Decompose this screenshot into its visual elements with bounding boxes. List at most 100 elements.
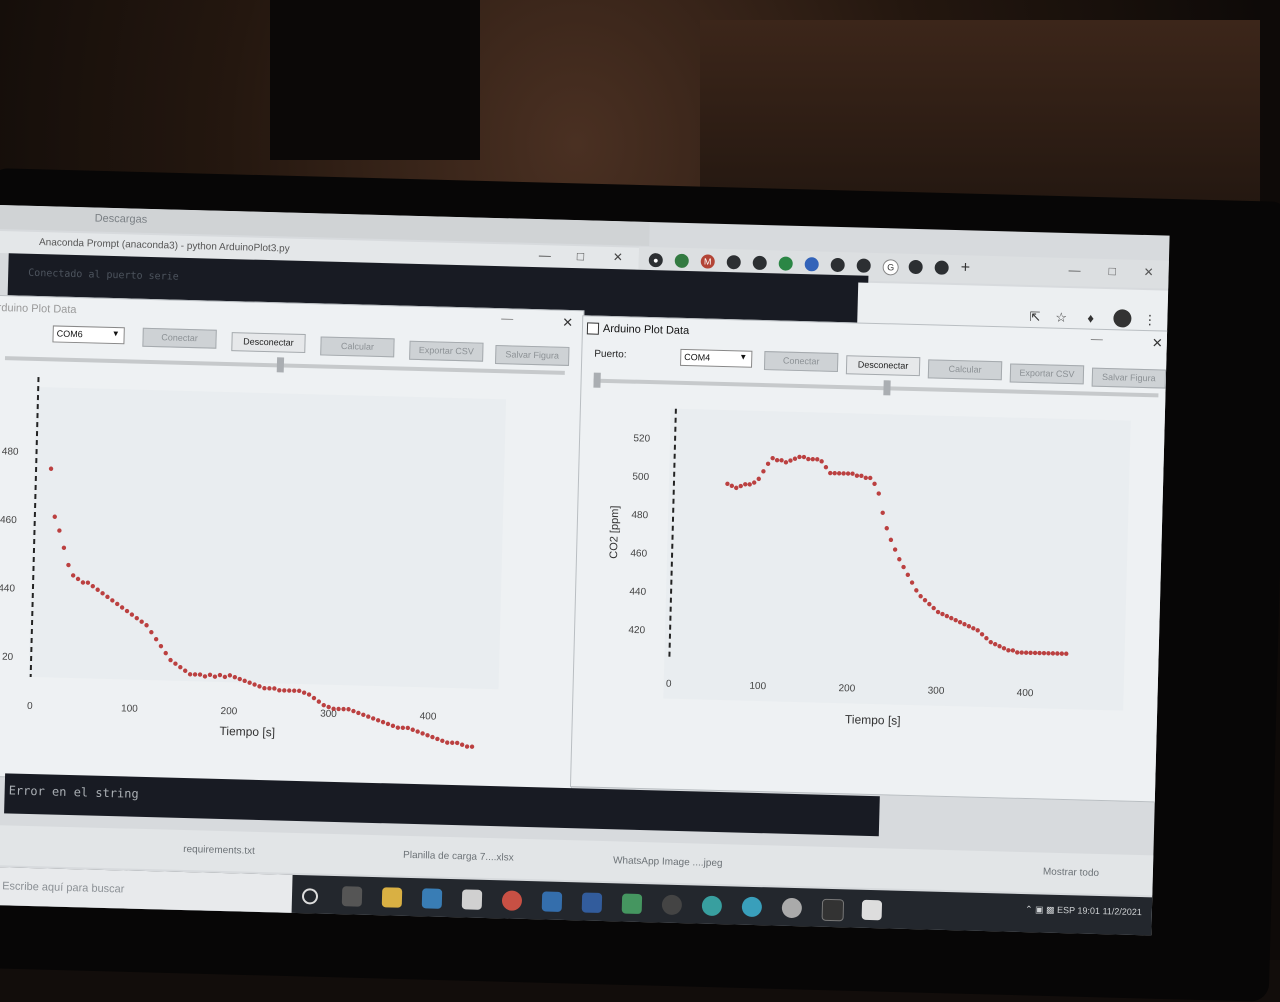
x-tick-label: 100 — [749, 681, 766, 692]
maximize-icon[interactable]: □ — [1108, 264, 1116, 278]
store-icon[interactable] — [421, 888, 443, 909]
system-tray[interactable]: ⌃ ▣ ▩ ESP 19:01 11/2/2021 — [1025, 904, 1142, 918]
app-icon[interactable] — [621, 893, 643, 915]
app-icon[interactable] — [741, 896, 763, 918]
export-csv-button[interactable]: Exportar CSV — [409, 340, 484, 362]
y-tick-label: 420 — [628, 625, 645, 636]
port-select[interactable]: COM6 ▼ — [52, 325, 125, 345]
new-tab-icon[interactable]: + — [960, 259, 970, 277]
data-point — [459, 742, 465, 747]
profile-avatar[interactable] — [1113, 309, 1132, 328]
chrome-icon[interactable] — [501, 890, 523, 911]
data-point — [400, 725, 406, 730]
data-point — [272, 686, 277, 691]
left-co2-chart: 48046044020 0 100 200 300 400 Tiempo [s] — [0, 377, 507, 749]
minimize-icon[interactable]: — — [539, 248, 551, 262]
data-point — [375, 718, 381, 723]
settings-gear-icon[interactable] — [781, 897, 803, 919]
connect-button[interactable]: Conectar — [763, 351, 839, 372]
x-tick-label: 100 — [121, 703, 138, 714]
cortana-icon[interactable] — [301, 888, 319, 905]
y-tick-label: 440 — [0, 583, 16, 594]
data-point — [356, 710, 361, 716]
tab-favicon-icon[interactable] — [726, 255, 741, 270]
download-item[interactable]: Planilla de carga 7....xlsx — [403, 850, 514, 864]
x-tick-label: 0 — [666, 679, 672, 690]
minimize-icon[interactable]: — — [501, 311, 513, 325]
background-shadow — [270, 0, 480, 160]
github-icon[interactable] — [856, 258, 871, 273]
data-point — [450, 740, 455, 745]
data-point — [321, 702, 326, 708]
data-point — [469, 744, 475, 749]
export-csv-button[interactable]: Exportar CSV — [1009, 363, 1085, 385]
extensions-icon[interactable]: ♦ — [1087, 311, 1094, 326]
app-icon[interactable] — [701, 895, 723, 917]
show-all-downloads-link[interactable]: Mostrar todo — [1043, 867, 1099, 879]
slider-start-handle[interactable] — [593, 372, 601, 388]
x-axis-label: Tiempo [s] — [845, 712, 901, 727]
y-tick-label: 460 — [0, 515, 17, 526]
left-plot-window: Arduino Plot Data — ✕ COM6 ▼ Conectar Des… — [0, 294, 585, 793]
connect-button[interactable]: Conectar — [142, 327, 217, 349]
maximize-icon[interactable]: □ — [577, 249, 585, 263]
gmail-icon[interactable]: M — [700, 254, 715, 269]
save-figure-button[interactable]: Salvar Figura — [495, 345, 570, 366]
tab-favicon-icon[interactable]: ● — [648, 253, 663, 268]
close-icon[interactable]: ✕ — [562, 315, 573, 331]
data-point — [267, 686, 272, 691]
data-point — [361, 712, 366, 717]
port-select[interactable]: COM4 ▼ — [680, 348, 753, 368]
disconnect-button[interactable]: Desconectar — [845, 355, 921, 377]
tab-favicon-icon[interactable] — [804, 257, 819, 272]
disconnect-button[interactable]: Desconectar — [231, 332, 306, 354]
task-view-icon[interactable] — [341, 886, 363, 907]
data-point — [262, 686, 267, 691]
menu-dots-icon[interactable]: ⋮ — [1143, 312, 1156, 328]
slider-handle[interactable] — [883, 380, 891, 396]
terminal-icon[interactable] — [821, 898, 845, 922]
bookmark-star-icon[interactable]: ☆ — [1055, 310, 1067, 326]
y-tick-label: 440 — [629, 587, 646, 598]
app-icon[interactable] — [541, 891, 563, 912]
calculate-button[interactable]: Calcular — [927, 359, 1003, 381]
minimize-icon[interactable]: — — [1091, 332, 1103, 346]
y-tick-label: 500 — [632, 472, 649, 483]
minimize-icon[interactable]: — — [1068, 263, 1080, 277]
download-item[interactable]: WhatsApp Image ....jpeg — [613, 855, 723, 869]
download-item[interactable]: requirements.txt — [183, 844, 255, 857]
save-figure-button[interactable]: Salvar Figura — [1091, 367, 1167, 389]
tab-favicon-icon[interactable] — [830, 257, 845, 273]
x-tick-label: 200 — [220, 706, 237, 717]
x-tick-label: 200 — [838, 683, 855, 694]
tab-favicon-icon[interactable] — [908, 259, 923, 275]
calculate-button[interactable]: Calcular — [320, 336, 395, 358]
word-icon[interactable] — [581, 892, 603, 913]
app-icon[interactable] — [861, 899, 883, 921]
close-icon[interactable]: ✕ — [1143, 265, 1153, 279]
data-point — [292, 688, 297, 693]
slider-handle[interactable] — [276, 357, 285, 373]
plot-area — [28, 387, 507, 690]
data-point — [297, 688, 302, 694]
close-icon[interactable]: ✕ — [1152, 335, 1163, 351]
file-explorer-icon[interactable] — [381, 887, 403, 908]
console-error-text: Error en el string — [8, 783, 139, 801]
right-co2-chart: 520 500 480 460 440 420 0 100 200 300 400 Tiempo … — [608, 408, 1131, 728]
tab-favicon-icon[interactable] — [934, 260, 949, 275]
tab-favicon-icon[interactable] — [752, 255, 767, 271]
data-point — [277, 688, 282, 693]
calendar-icon[interactable] — [461, 889, 483, 910]
data-point — [366, 714, 371, 719]
data-point — [440, 738, 445, 743]
data-point — [435, 736, 440, 742]
close-icon[interactable]: ✕ — [613, 250, 623, 264]
google-icon[interactable]: G — [882, 259, 899, 276]
x-tick-label: 400 — [420, 711, 437, 722]
data-point — [445, 740, 450, 745]
tab-favicon-icon[interactable] — [674, 253, 689, 269]
whatsapp-icon[interactable] — [778, 256, 793, 271]
data-point — [430, 734, 435, 740]
github-icon[interactable] — [661, 894, 683, 916]
share-icon[interactable]: ⇱ — [1029, 309, 1040, 325]
